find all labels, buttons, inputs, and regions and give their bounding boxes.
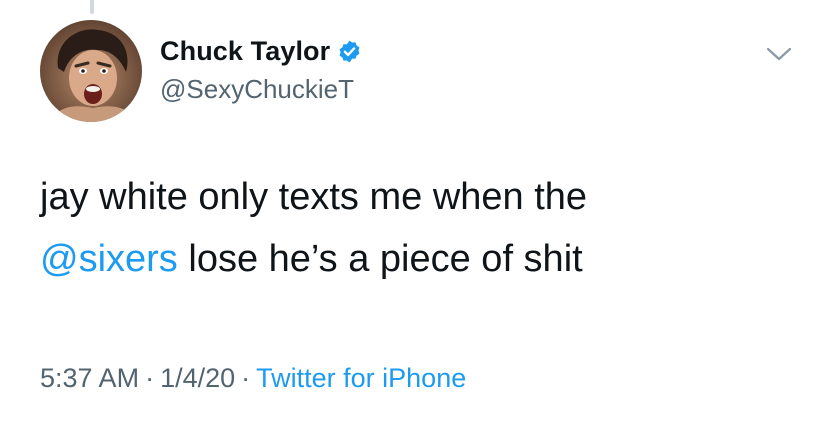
chevron-down-icon[interactable] bbox=[765, 46, 793, 62]
tweet-card: Chuck Taylor @SexyChuckieT jay white onl… bbox=[0, 0, 828, 423]
display-name-row[interactable]: Chuck Taylor bbox=[160, 34, 362, 68]
tweet-body: jay white only texts me when the @sixers… bbox=[40, 166, 800, 290]
tweet-time[interactable]: 5:37 AM bbox=[40, 363, 139, 393]
tweet-date[interactable]: 1/4/20 bbox=[160, 363, 235, 393]
tweet-text-line-1: jay white only texts me when the bbox=[40, 176, 588, 218]
avatar[interactable] bbox=[40, 20, 142, 122]
meta-separator-2: · bbox=[241, 363, 251, 393]
avatar-image bbox=[40, 20, 142, 122]
mention-link[interactable]: @sixers bbox=[40, 238, 178, 280]
user-handle[interactable]: @SexyChuckieT bbox=[160, 74, 354, 105]
tweet-metadata: 5:37 AM · 1/4/20 · Twitter for iPhone bbox=[40, 363, 466, 394]
verified-badge-icon bbox=[339, 40, 360, 62]
tweet-text-line-2-rest: lose he’s a piece of shit bbox=[177, 238, 583, 280]
tweet-source-link[interactable]: Twitter for iPhone bbox=[256, 363, 466, 393]
tweet-text-line-2: @sixers lose he’s a piece of shit bbox=[40, 228, 800, 290]
meta-separator: · bbox=[145, 363, 155, 393]
thread-connector-line bbox=[90, 0, 94, 14]
display-name[interactable]: Chuck Taylor bbox=[160, 36, 330, 67]
